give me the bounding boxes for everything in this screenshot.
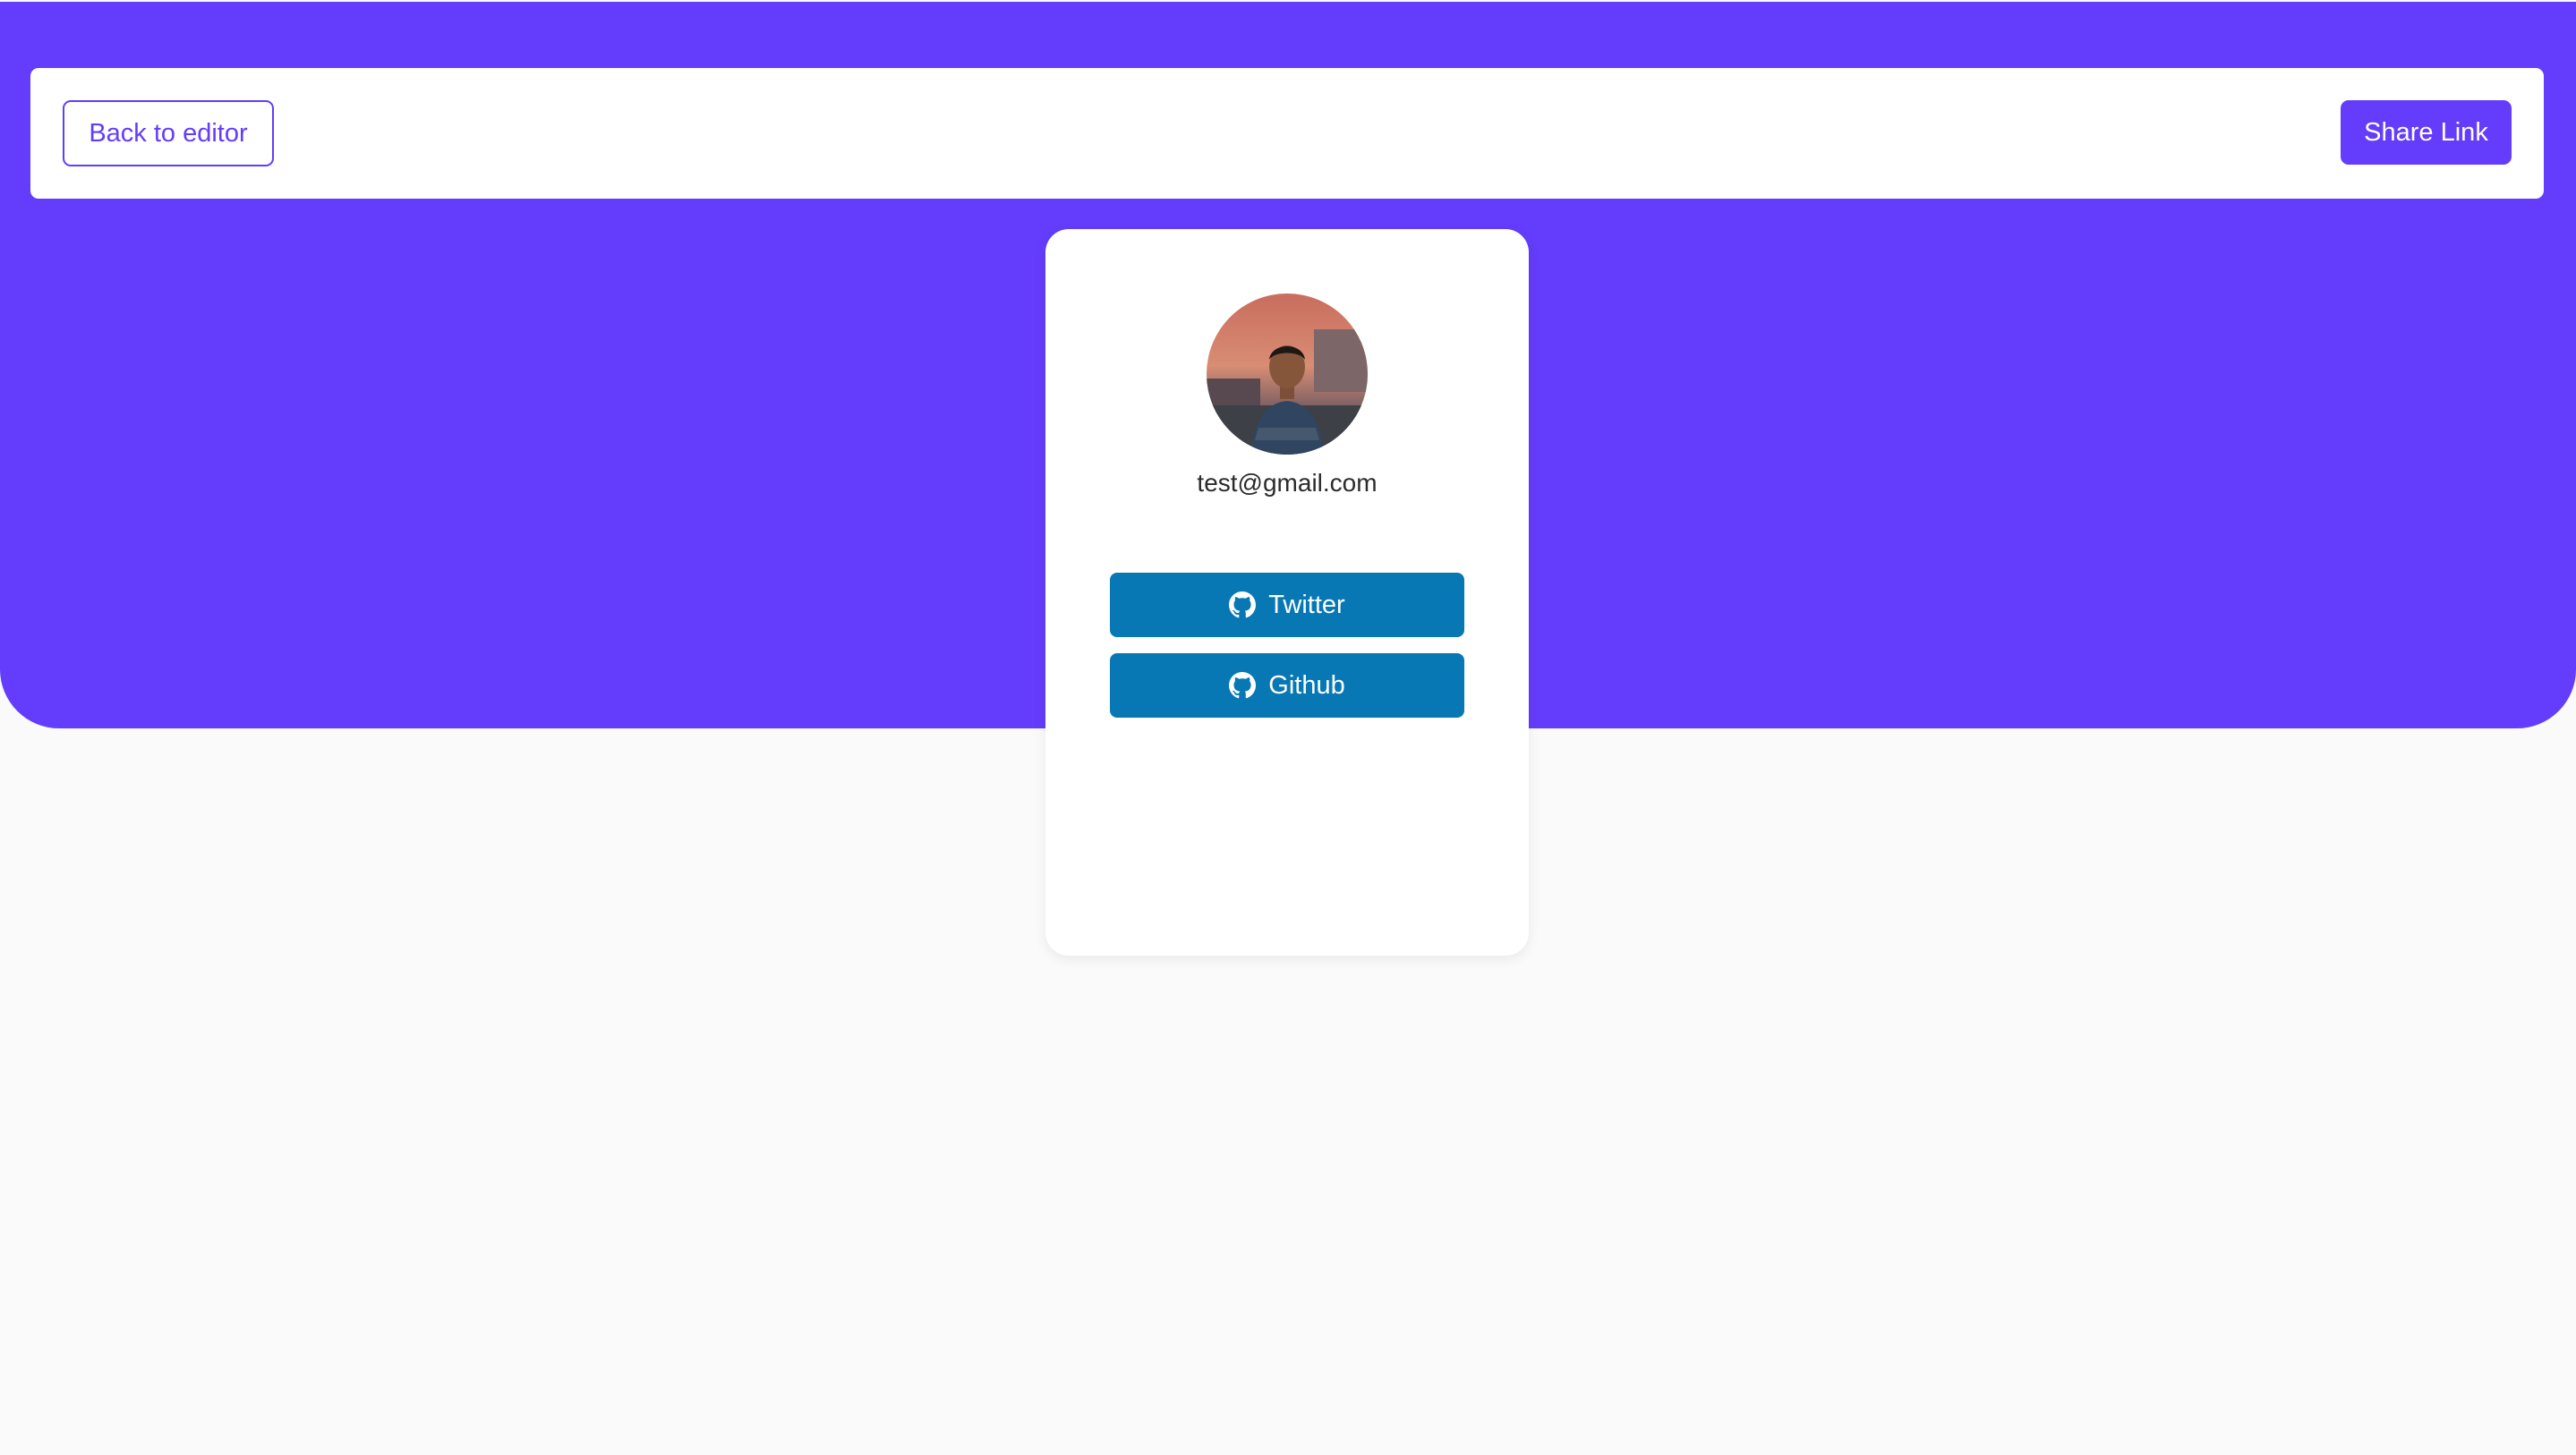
twitter-link-label: Twitter xyxy=(1268,590,1345,619)
preview-toolbar: Back to editor Share Link xyxy=(30,68,2544,199)
share-link-button[interactable]: Share Link xyxy=(2341,100,2512,165)
profile-card: test@gmail.com Twitter Github xyxy=(1045,229,1529,956)
github-link-label: Github xyxy=(1268,670,1345,700)
back-to-editor-button[interactable]: Back to editor xyxy=(63,100,274,166)
github-icon xyxy=(1229,672,1257,699)
github-link-button[interactable]: Github xyxy=(1110,653,1464,718)
profile-photo xyxy=(1207,294,1368,455)
twitter-link-button[interactable]: Twitter xyxy=(1110,573,1464,637)
avatar xyxy=(1207,294,1368,455)
github-icon xyxy=(1229,591,1257,618)
profile-email: test@gmail.com xyxy=(1197,469,1378,497)
